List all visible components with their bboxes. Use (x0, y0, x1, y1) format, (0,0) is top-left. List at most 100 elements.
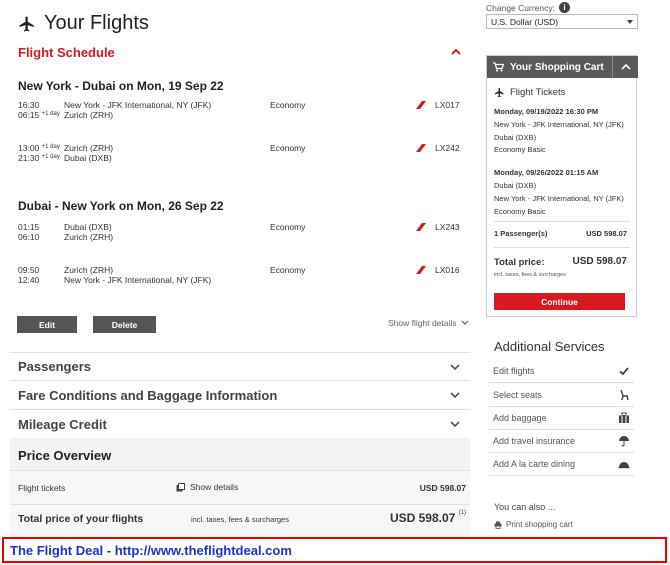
flight-number: LX242 (435, 143, 460, 153)
cart-outbound-fare: Economy Basic (494, 145, 546, 154)
flight-segment: 13:00 +1 day 21:30 +1 day Zurich (ZRH) Dub… (18, 143, 468, 167)
destination: Dubai (DXB) (64, 153, 112, 163)
service-a-la-carte-dining[interactable]: Add A la carte dining (489, 453, 634, 476)
cart-section-heading: Flight Tickets (494, 87, 565, 98)
accordion-label: Passengers (18, 359, 91, 374)
service-label: Edit flights (493, 366, 535, 376)
inbound-route-heading: Dubai - New York on Mon, 26 Sep 22 (18, 199, 224, 213)
flight-segment: 16:30 06:15 +1 day New York - JFK Interna… (18, 100, 468, 124)
airplane-icon (19, 16, 34, 31)
print-cart-label: Print shopping cart (506, 520, 573, 529)
departure-time: 13:00 (18, 143, 40, 153)
cabin-class: Economy (270, 222, 306, 232)
show-flight-details-link[interactable]: Show flight details (388, 318, 469, 328)
arrival-time: 06:15 (18, 110, 40, 120)
flight-number: LX017 (435, 100, 460, 110)
cart-inbound-from: Dubai (DXB) (494, 181, 537, 190)
total-price-amount: USD 598.07 (1) (389, 510, 466, 525)
airline-logo-icon (416, 266, 426, 274)
service-edit-flights[interactable]: Edit flights (489, 360, 634, 383)
chevron-up-icon (620, 63, 631, 70)
chevron-down-icon (461, 320, 468, 325)
chevron-up-icon[interactable] (451, 47, 461, 57)
service-label: Select seats (493, 390, 543, 400)
caret-down-icon (627, 19, 633, 24)
day-offset: +1 day (41, 144, 60, 150)
service-label: Add baggage (493, 413, 547, 423)
document-icon (176, 482, 185, 491)
cart-icon (493, 62, 504, 72)
total-footnote: (1) (458, 510, 466, 516)
currency-select[interactable]: U.S. Dollar (USD) (486, 14, 638, 29)
info-icon[interactable]: i (558, 2, 570, 13)
total-price-label: Total price of your flights (18, 513, 144, 525)
accordion-mileage-credit[interactable]: Mileage Credit (10, 410, 470, 439)
cart-total-label: Total price: (494, 257, 545, 268)
cart-title: Your Shopping Cart (510, 61, 604, 73)
service-travel-insurance[interactable]: Add travel insurance (489, 430, 634, 453)
cart-passengers-amount: USD 598.07 (586, 229, 627, 238)
edit-button[interactable]: Edit (17, 316, 77, 333)
printer-icon (494, 521, 502, 529)
arrival-time: 12:40 (18, 275, 40, 285)
seat-icon (620, 389, 629, 401)
page-title: Your Flights (18, 12, 149, 35)
delete-button[interactable]: Delete (93, 316, 156, 333)
total-price-note: incl. taxes, fees & surcharges (191, 515, 289, 524)
accordion-passengers[interactable]: Passengers (10, 352, 470, 381)
cabin-class: Economy (270, 265, 306, 275)
continue-button[interactable]: Continue (494, 293, 625, 310)
origin: Dubai (DXB) (64, 222, 112, 232)
cart-outbound-from: New York - JFK International, NY (JFK) (494, 120, 624, 129)
airline-logo-icon (416, 223, 426, 231)
flight-tickets-label: Flight tickets (18, 483, 66, 493)
departure-time: 16:30 (18, 100, 40, 110)
cart-collapse-toggle[interactable] (612, 56, 638, 78)
additional-services-title: Additional Services (494, 339, 605, 354)
flight-number: LX016 (435, 265, 460, 275)
outbound-route-heading: New York - Dubai on Mon, 19 Sep 22 (18, 79, 224, 93)
origin: Zurich (ZRH) (64, 143, 114, 153)
origin: New York - JFK International, NY (JFK) (64, 100, 212, 110)
dining-cloche-icon (618, 462, 630, 469)
airline-logo-icon (416, 144, 426, 152)
checkmark-icon (619, 367, 629, 376)
page-title-text: Your Flights (44, 12, 149, 34)
accordion-label: Mileage Credit (18, 416, 107, 432)
airplane-icon (494, 87, 504, 98)
print-cart-link[interactable]: Print shopping cart (494, 520, 573, 529)
total-price-value: USD 598.07 (389, 511, 456, 525)
cart-outbound-to: Dubai (DXB) (494, 133, 537, 142)
cart-outbound-date: Monday, 09/19/2022 16:30 PM (494, 107, 599, 116)
cart-inbound-to: New York - JFK International, NY (JFK) (494, 194, 624, 203)
show-details-link[interactable]: Show details (176, 482, 238, 492)
accordion-fare-conditions[interactable]: Fare Conditions and Baggage Information (10, 381, 470, 410)
flight-segment: 09:50 12:40 Zurich (ZRH) New York - JFK In… (18, 265, 468, 289)
service-label: Add travel insurance (493, 436, 576, 446)
chevron-down-icon (450, 363, 460, 370)
accordion-label: Fare Conditions and Baggage Information (18, 387, 278, 403)
day-offset: +1 day (41, 111, 60, 117)
destination: Zurich (ZRH) (64, 110, 114, 120)
flight-schedule-heading: Flight Schedule (18, 45, 115, 60)
arrival-time: 21:30 (18, 153, 40, 163)
departure-time: 09:50 (18, 265, 40, 275)
service-add-baggage[interactable]: Add baggage (489, 407, 634, 430)
chevron-down-icon (450, 392, 460, 399)
umbrella-icon (619, 436, 629, 447)
currency-label: Change Currency: i (486, 2, 570, 13)
currency-label-text: Change Currency: (486, 2, 555, 13)
cart-total-amount: USD 598.07 (572, 256, 627, 267)
airline-logo-icon (416, 101, 426, 109)
service-select-seats[interactable]: Select seats (489, 384, 634, 407)
cart-section-label: Flight Tickets (510, 87, 566, 98)
price-overview-title: Price Overview (18, 448, 112, 463)
cabin-class: Economy (270, 100, 306, 110)
shopping-cart: Your Shopping Cart Flight Tickets Monday… (486, 55, 638, 317)
cart-passengers-label: 1 Passenger(s) (494, 229, 548, 238)
flight-tickets-amount: USD 598.07 (419, 483, 466, 493)
flight-number: LX243 (435, 222, 460, 232)
cabin-class: Economy (270, 143, 306, 153)
watermark-banner: The Flight Deal - http://www.theflightde… (2, 537, 667, 563)
destination: Zurich (ZRH) (64, 232, 114, 242)
